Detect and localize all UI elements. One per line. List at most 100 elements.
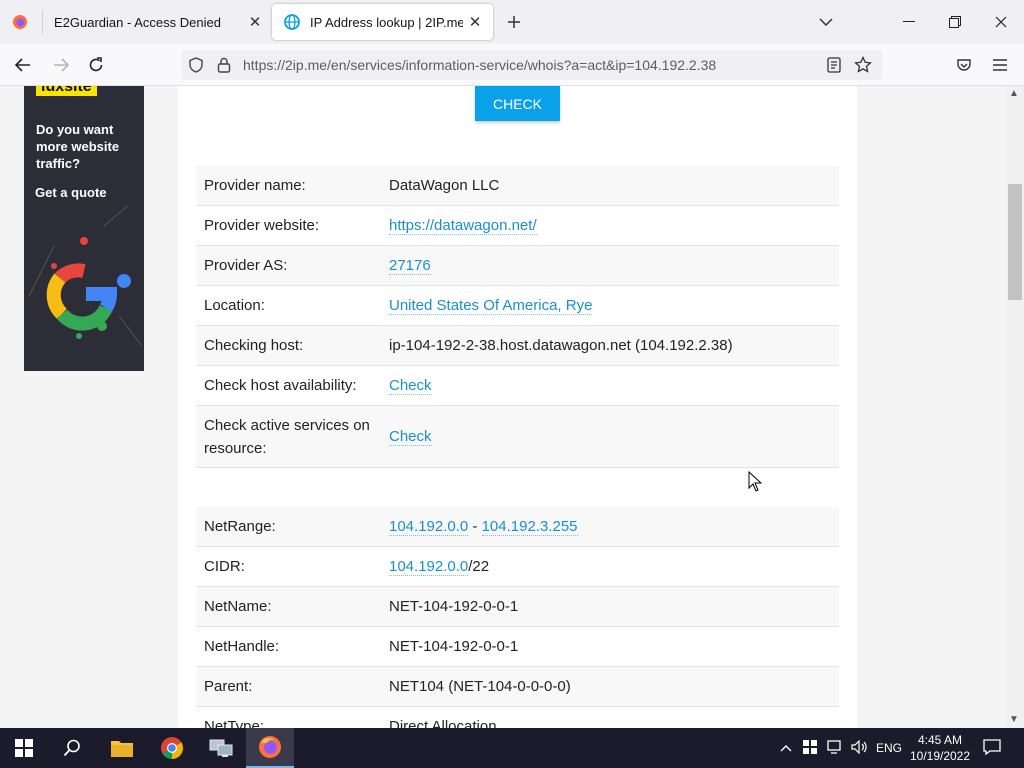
new-tab-button[interactable] — [502, 10, 526, 34]
firefox-icon — [259, 736, 281, 758]
table-row: NetHandle: NET-104-192-0-0-1 — [196, 627, 839, 667]
close-tab-icon[interactable]: ✕ — [243, 10, 267, 34]
chrome-button[interactable] — [148, 728, 196, 768]
table-row: Check host availability: Check — [196, 366, 839, 406]
pocket-icon — [957, 59, 971, 71]
scroll-thumb[interactable] — [1008, 184, 1022, 300]
table-row: CIDR: 104.192.0.0/22 — [196, 547, 839, 587]
tab-2ip[interactable]: IP Address lookup | 2IP.me ✕ — [272, 4, 493, 40]
restore-button[interactable] — [932, 6, 978, 38]
start-button[interactable] — [0, 728, 48, 768]
reader-view-button[interactable] — [821, 52, 847, 78]
mouse-cursor-icon — [748, 471, 762, 492]
restore-icon — [949, 16, 961, 28]
location-link[interactable]: United States Of America, Rye — [389, 297, 593, 315]
row-label: Provider AS: — [204, 257, 288, 274]
row-label: Provider website: — [204, 217, 320, 234]
row-value: DataWagon LLC — [389, 177, 500, 194]
list-all-tabs-button[interactable] — [814, 10, 838, 34]
cidr-ip-link[interactable]: 104.192.0.0 — [389, 558, 469, 576]
table-row: NetRange: 104.192.0.0 - 104.192.3.255 — [196, 507, 839, 547]
pocket-button[interactable] — [951, 52, 977, 78]
clock-date: 10/19/2022 — [909, 749, 971, 763]
check-button[interactable]: CHECK — [475, 86, 560, 121]
ad-banner[interactable]: luxsite Do you want more website traffic… — [24, 86, 144, 371]
firefox-taskbar-button[interactable] — [246, 728, 294, 768]
table-row: NetName: NET-104-192-0-0-1 — [196, 587, 839, 627]
row-label: NetType: — [204, 718, 265, 728]
menu-button[interactable] — [987, 52, 1013, 78]
ad-brand-logo: luxsite — [36, 86, 97, 96]
shield-icon[interactable] — [188, 57, 204, 78]
row-value: Direct Allocation — [389, 718, 497, 728]
close-icon — [995, 16, 1007, 28]
table-row: Provider name: DataWagon LLC — [196, 166, 839, 206]
minimize-button[interactable] — [886, 6, 932, 38]
main-content: CHECK Provider name: DataWagon LLC Provi… — [178, 86, 857, 728]
reader-view-icon — [827, 57, 841, 73]
google-logo-icon — [28, 206, 143, 347]
bookmark-button[interactable] — [850, 52, 876, 78]
notifications-icon[interactable] — [983, 739, 1001, 758]
row-label: NetHandle: — [204, 638, 280, 655]
security-icon[interactable] — [803, 740, 817, 757]
netrange-end-link[interactable]: 104.192.3.255 — [481, 518, 578, 536]
network-icon[interactable] — [827, 740, 843, 757]
scroll-down-icon[interactable]: ▼ — [1009, 714, 1019, 725]
file-explorer-button[interactable] — [98, 728, 146, 768]
search-button[interactable] — [48, 728, 96, 768]
tab-title: IP Address lookup | 2IP.me — [310, 14, 463, 30]
cidr-suffix: /22 — [468, 558, 490, 575]
whois-table: NetRange: 104.192.0.0 - 104.192.3.255 CI… — [196, 507, 839, 728]
provider-as-link[interactable]: 27176 — [389, 257, 431, 275]
folder-icon — [111, 741, 133, 757]
back-button[interactable] — [10, 52, 36, 78]
star-icon — [854, 56, 872, 73]
table-row: Parent: NET104 (NET-104-0-0-0-0) — [196, 667, 839, 707]
row-value: NET-104-192-0-0-1 — [389, 638, 519, 655]
row-label: Check active services on resource: — [204, 416, 370, 457]
computers-icon — [209, 739, 233, 757]
check-services-link[interactable]: Check — [389, 428, 432, 446]
windows-taskbar: ENG 4:45 AM 10/19/2022 — [0, 728, 1024, 768]
netrange-start-link[interactable]: 104.192.0.0 — [389, 518, 469, 536]
windows-logo-icon — [15, 739, 33, 757]
lock-icon[interactable] — [217, 57, 231, 78]
row-value: NET-104-192-0-0-1 — [389, 598, 519, 615]
reload-icon — [89, 57, 103, 72]
show-hidden-icons-icon[interactable] — [780, 741, 792, 755]
search-icon — [63, 739, 80, 757]
tab-e2guardian[interactable]: E2Guardian - Access Denied — [0, 4, 270, 40]
table-row: Provider AS: 27176 — [196, 246, 839, 286]
language-indicator[interactable]: ENG — [876, 741, 902, 755]
row-label: NetRange: — [204, 518, 276, 535]
close-tab-icon[interactable]: ✕ — [463, 10, 487, 34]
url-text[interactable]: https://2ip.me/en/services/information-s… — [243, 57, 716, 73]
row-label: CIDR: — [204, 558, 245, 575]
row-label: Location: — [204, 297, 265, 314]
provider-website-link[interactable]: https://datawagon.net/ — [389, 217, 537, 235]
firefox-icon — [12, 14, 28, 30]
scroll-up-icon[interactable]: ▲ — [1009, 88, 1019, 99]
table-row: Provider website: https://datawagon.net/ — [196, 206, 839, 246]
table-row: Checking host: ip-104-192-2-38.host.data… — [196, 326, 839, 366]
reload-button[interactable] — [83, 52, 109, 78]
row-label: Provider name: — [204, 177, 306, 194]
table-row: Check active services on resource: Check — [196, 406, 839, 468]
close-window-button[interactable] — [978, 6, 1024, 38]
row-value: ip-104-192-2-38.host.datawagon.net (104.… — [389, 337, 733, 354]
table-row: NetType: Direct Allocation — [196, 707, 839, 728]
ad-text: Do you want more website traffic? — [36, 122, 120, 171]
ad-cta[interactable]: Get a quote — [35, 185, 107, 200]
page-scrollbar[interactable]: ▲ ▼ — [1006, 86, 1024, 728]
row-label: Check host availability: — [204, 377, 357, 394]
check-host-link[interactable]: Check — [389, 377, 432, 395]
network-app-button[interactable] — [197, 728, 245, 768]
forward-button[interactable] — [48, 52, 74, 78]
system-clock[interactable]: 4:45 AM 10/19/2022 — [906, 732, 974, 764]
row-label: Checking host: — [204, 337, 304, 354]
address-bar[interactable]: https://2ip.me/en/services/information-s… — [182, 50, 882, 80]
row-value: NET104 (NET-104-0-0-0-0) — [389, 678, 571, 695]
volume-icon[interactable] — [851, 739, 867, 757]
provider-info-table: Provider name: DataWagon LLC Provider we… — [196, 166, 839, 468]
